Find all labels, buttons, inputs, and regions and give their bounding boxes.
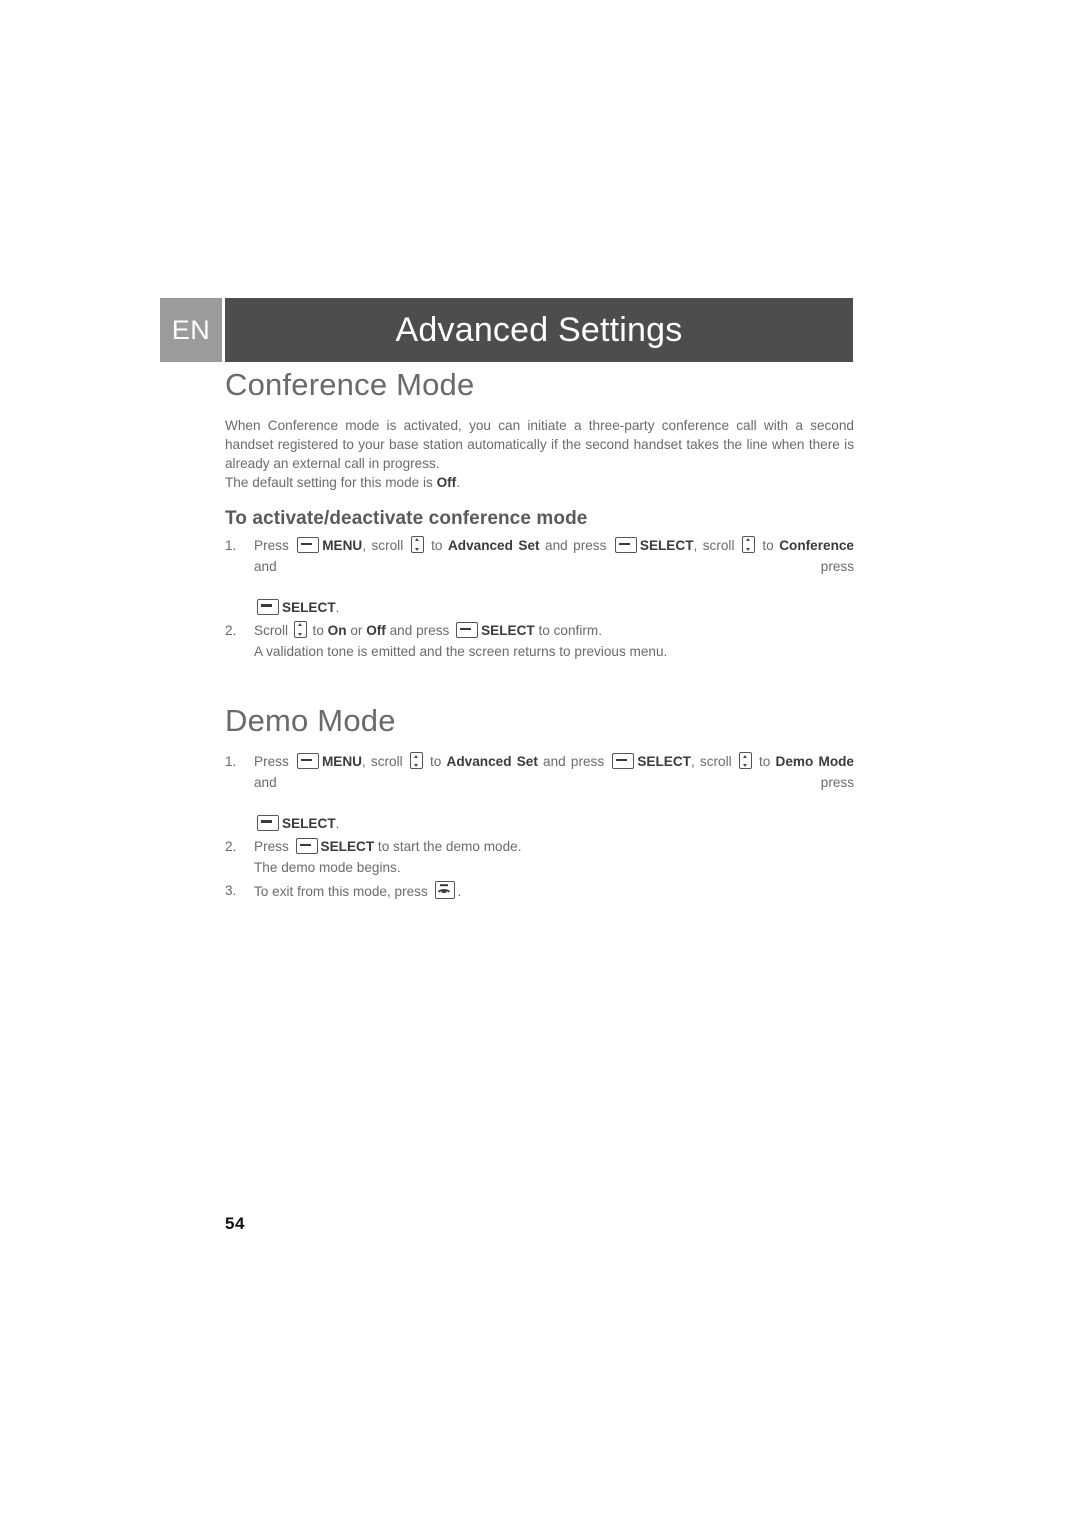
step-text: Scroll (254, 623, 292, 639)
step-bold-select: SELECT (637, 754, 691, 770)
step-text: to (425, 538, 448, 554)
page-header: EN Advanced Settings (160, 298, 853, 362)
conference-default-note: The default setting for this mode is Off… (225, 473, 854, 492)
step-text: to (756, 538, 780, 554)
scroll-key-icon (741, 536, 755, 554)
page-content: Conference Mode When Conference mode is … (225, 367, 854, 906)
section-title-conference-mode: Conference Mode (225, 367, 475, 402)
step-text: to (753, 754, 776, 770)
document-page: EN Advanced Settings Conference Mode Whe… (0, 0, 1080, 1528)
softkey-icon (257, 814, 279, 831)
step-text: and press (385, 623, 454, 639)
softkey-icon (614, 537, 637, 554)
step-text: and press (537, 754, 610, 770)
page-number: 54 (225, 1214, 245, 1233)
step-bold-advanced-set: Advanced Set (447, 538, 540, 554)
step-text: , scroll (690, 754, 737, 770)
step-text: . (335, 815, 340, 831)
step-bold-menu: MENU (322, 538, 363, 554)
step-line: The demo mode begins. (254, 859, 401, 875)
softkey-icon (295, 838, 318, 855)
language-tab: EN (160, 298, 222, 362)
step-text: . (335, 599, 340, 615)
step-bold-on: On (327, 623, 347, 639)
step-line: Press SELECT to start the demo mode. (254, 837, 854, 858)
default-note-prefix: The default setting for this mode is (225, 475, 437, 491)
step-text: to (308, 623, 328, 639)
step-number: 2. (225, 623, 237, 639)
step-text: to confirm. (534, 623, 602, 639)
subtitle-activate-deactivate-conference-mode: To activate/deactivate conference mode (225, 508, 588, 530)
conference-intro-paragraph: When Conference mode is activated, you c… (225, 418, 854, 472)
step-text: To exit from this mode, press (254, 884, 432, 900)
step-item: 2. Press SELECT to start the demo mode. … (225, 837, 854, 878)
step-bold-demo-mode: Demo Mode (775, 754, 854, 770)
step-bold-select: SELECT (282, 815, 336, 831)
step-text: and press (539, 538, 612, 554)
step-number: 1. (225, 538, 237, 554)
step-line: A validation tone is emitted and the scr… (254, 643, 668, 659)
step-item: 1. Press MENU, scroll to Advanced Set an… (225, 752, 854, 834)
step-text: and press (254, 774, 854, 790)
step-bold-menu: MENU (321, 754, 362, 770)
softkey-icon (612, 753, 635, 770)
step-number: 3. (225, 883, 237, 899)
step-text: to (424, 754, 447, 770)
scroll-key-icon (738, 752, 752, 770)
step-item: 1. Press MENU, scroll to Advanced Set an… (225, 536, 854, 618)
default-note-value: Off (436, 475, 457, 491)
default-note-suffix: . (456, 475, 460, 491)
step-text: and press (254, 558, 854, 574)
step-text: Press (254, 538, 295, 554)
step-line: SELECT. (254, 598, 854, 619)
step-text: to start the demo mode. (374, 839, 522, 855)
step-item: 3. To exit from this mode, press . (225, 881, 854, 903)
header-title: Advanced Settings (225, 298, 853, 362)
conference-steps-list: 1. Press MENU, scroll to Advanced Set an… (225, 536, 854, 662)
step-line: To exit from this mode, press . (254, 881, 854, 903)
step-bold-select: SELECT (282, 599, 336, 615)
step-bold-advanced-set: Advanced Set (446, 754, 538, 770)
step-text: . (457, 884, 462, 900)
softkey-icon (257, 598, 279, 615)
step-number: 2. (225, 839, 237, 855)
step-line: Press MENU, scroll to Advanced Set and p… (254, 752, 854, 814)
softkey-icon (296, 753, 319, 770)
softkey-icon (297, 537, 320, 554)
step-bold-select: SELECT (320, 839, 375, 855)
demo-steps-list: 1. Press MENU, scroll to Advanced Set an… (225, 752, 854, 903)
step-line: Scroll to On or Off and press SELECT to … (254, 621, 854, 642)
step-bold-off: Off (366, 623, 386, 639)
step-bold-select: SELECT (481, 623, 535, 639)
step-number: 1. (225, 754, 237, 770)
section-title-demo-mode: Demo Mode (225, 703, 396, 739)
step-item: 2. Scroll to On or Off and press SELECT … (225, 621, 854, 662)
step-text: or (346, 623, 367, 639)
softkey-icon (456, 622, 479, 639)
scroll-key-icon (293, 621, 307, 639)
step-text: , scroll (693, 538, 740, 554)
step-line: Press MENU, scroll to Advanced Set and p… (254, 536, 854, 598)
step-text: Press (254, 839, 293, 855)
step-bold-conference: Conference (779, 538, 854, 554)
end-call-key-icon (434, 881, 455, 900)
step-line: SELECT. (254, 814, 854, 835)
scroll-key-icon (409, 752, 423, 770)
step-text: , scroll (362, 538, 409, 554)
step-text: Press (254, 754, 294, 770)
step-bold-select: SELECT (639, 538, 694, 554)
step-text: , scroll (361, 754, 408, 770)
scroll-key-icon (410, 536, 424, 554)
